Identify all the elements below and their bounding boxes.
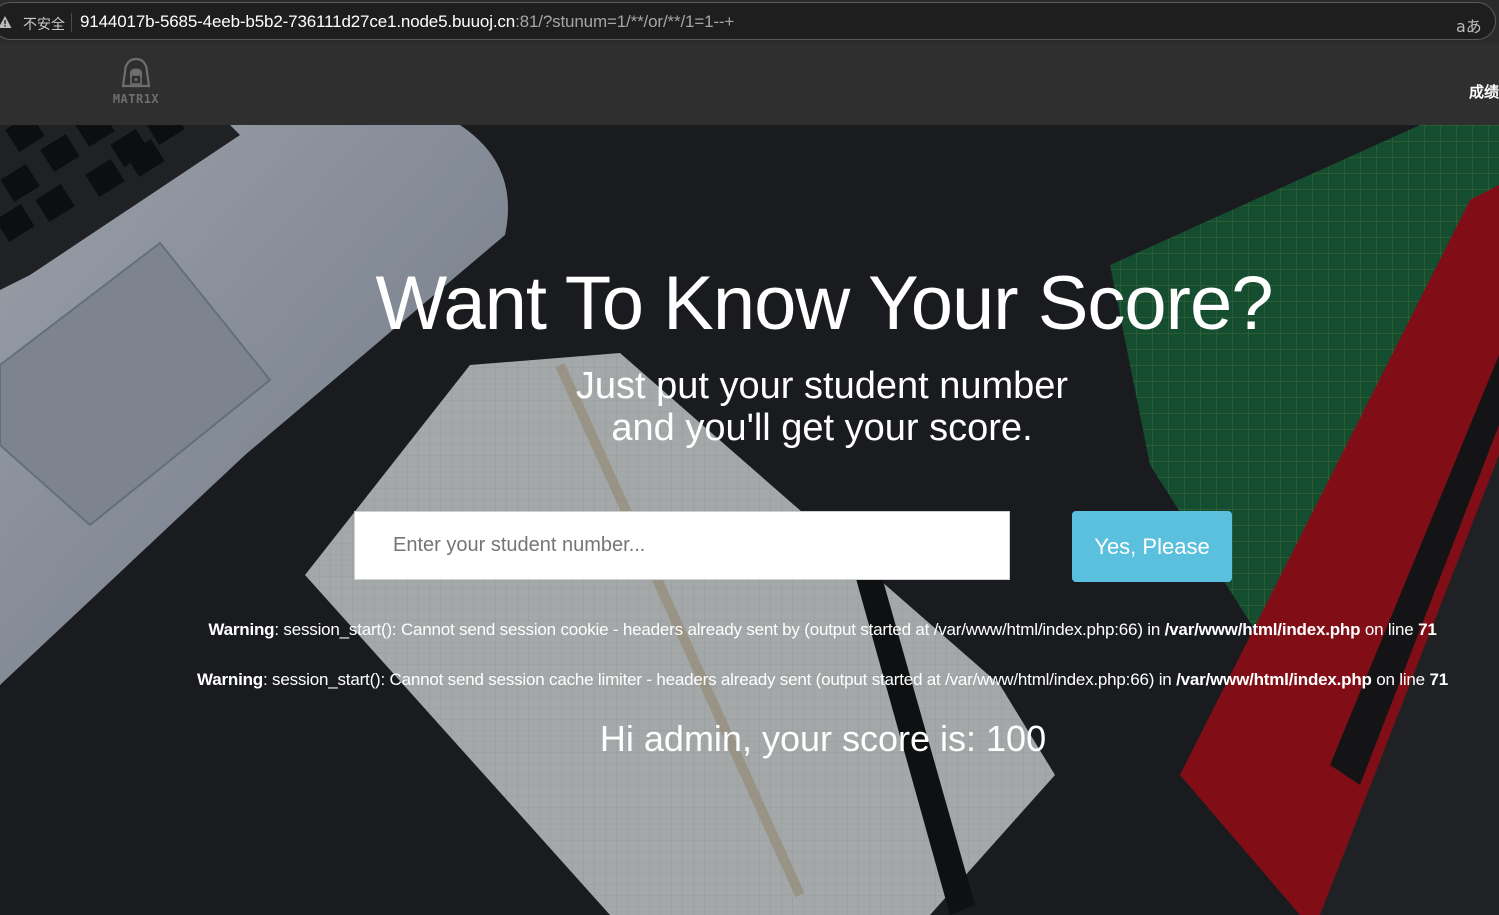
url-text[interactable]: 9144017b-5685-4eeb-b5b2-736111d27ce1.nod… [80,12,734,32]
omnibox[interactable]: 不安全 9144017b-5685-4eeb-b5b2-736111d27ce1… [0,2,1496,40]
warning-line: 71 [1429,670,1448,689]
url-host: 9144017b-5685-4eeb-b5b2-736111d27ce1.nod… [80,12,516,31]
divider [71,13,72,32]
warning-label: Warning [208,620,275,639]
student-number-input[interactable] [354,511,1010,580]
subtitle-line-1: Just put your student number [575,365,1069,407]
warning-file: /var/www/html/index.php [1176,670,1372,689]
php-warning-1: Warning: session_start(): Cannot send se… [0,620,1499,640]
warning-file: /var/www/html/index.php [1164,620,1361,639]
nav-link-scores[interactable]: 成绩 [1469,81,1499,102]
warning-line-text: on line [1371,670,1430,689]
warning-label: Warning [197,670,263,689]
browser-address-bar: 不安全 9144017b-5685-4eeb-b5b2-736111d27ce1… [0,0,1499,44]
warning-message: : session_start(): Cannot send session c… [274,620,1165,639]
warning-line: 71 [1418,620,1437,639]
score-result: Hi admin, your score is: 100 [599,718,1047,759]
hero-section: Want To Know Your Score? Just put your s… [0,125,1499,915]
warning-message: : session_start(): Cannot send session c… [262,670,1177,689]
logo-text: MATR1X [112,92,160,106]
site-logo[interactable]: MATR1X [108,56,164,118]
hero-title: Want To Know Your Score? [375,261,1273,346]
php-warning-2: Warning: session_start(): Cannot send se… [0,670,1499,690]
warning-line-text: on line [1360,620,1419,639]
hacker-hood-icon [121,57,151,88]
hero-subtitle: Just put your student number and you'll … [0,365,1499,449]
subtitle-line-2: and you'll get your score. [611,407,1033,449]
site-navbar: MATR1X 成绩 [0,44,1499,125]
url-path: :81/?stunum=1/**/or/**/1=1--+ [515,12,735,31]
submit-button[interactable]: Yes, Please [1072,511,1232,582]
translate-icon[interactable]: aあ [1456,13,1482,37]
warning-triangle-icon[interactable] [0,15,12,29]
security-label[interactable]: 不安全 [23,14,65,34]
